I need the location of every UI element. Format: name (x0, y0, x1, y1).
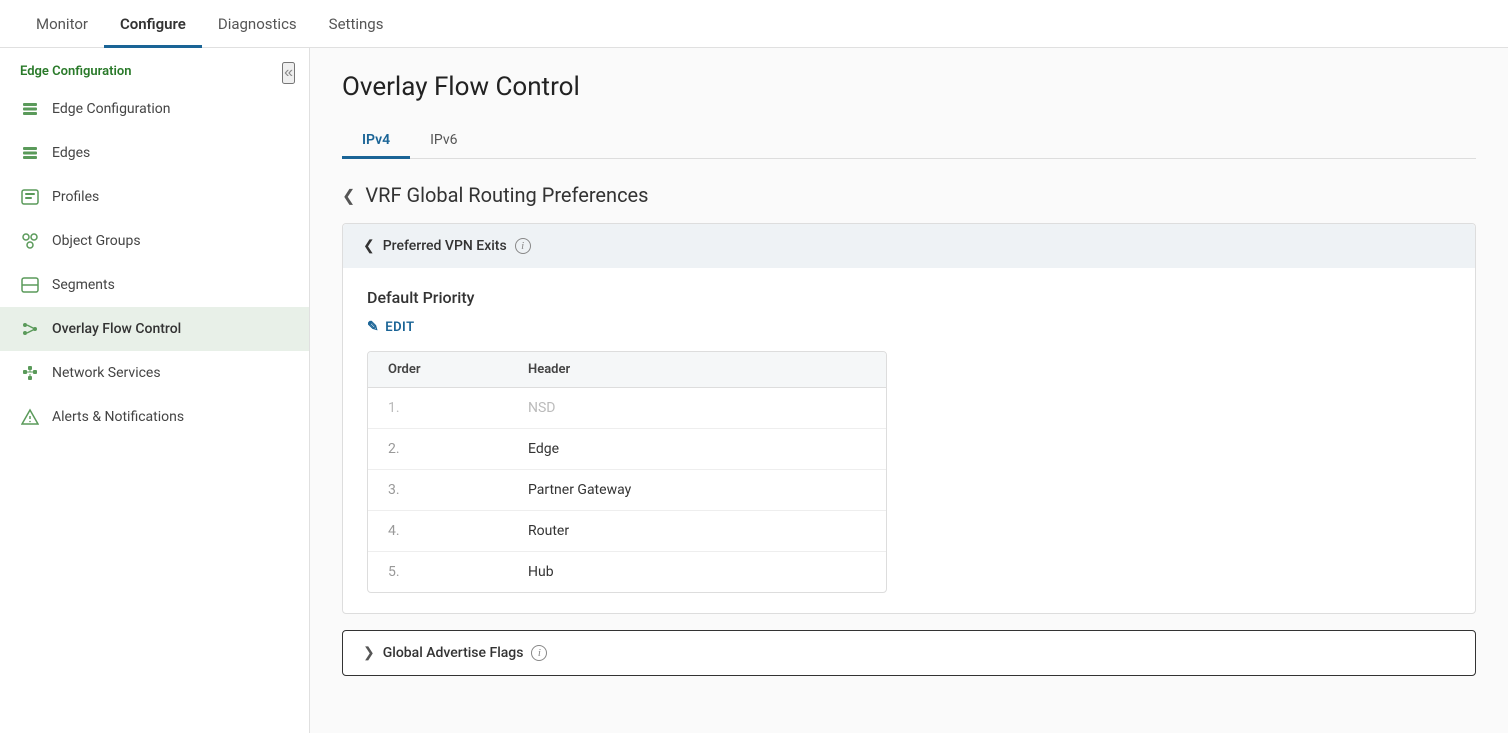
edit-pencil-icon: ✎ (367, 319, 379, 335)
order-cell: 2. (368, 429, 508, 470)
object-groups-icon (20, 231, 40, 251)
sidebar-item-edges[interactable]: Edges (0, 131, 309, 175)
edit-label: EDIT (385, 320, 414, 335)
overlay-flow-control-icon (20, 319, 40, 339)
chevron-down-icon[interactable]: ❮ (342, 186, 355, 205)
tab-ipv4[interactable]: IPv4 (342, 122, 410, 158)
sidebar-item-label: Edges (52, 145, 90, 161)
tabs-bar: IPv4 IPv6 (342, 122, 1476, 159)
header-cell: Router (508, 511, 886, 552)
sidebar-section-title: Edge Configuration (0, 48, 309, 87)
accordion-chevron-icon: ❮ (363, 238, 375, 254)
profiles-icon (20, 187, 40, 207)
preferred-vpn-exits-header[interactable]: ❮ Preferred VPN Exits i (343, 224, 1475, 268)
top-navigation: Monitor Configure Diagnostics Settings (0, 0, 1508, 48)
edges-icon (20, 143, 40, 163)
preferred-vpn-exits-label: Preferred VPN Exits (383, 238, 507, 254)
sidebar-item-label: Network Services (52, 365, 161, 381)
sidebar-item-label: Segments (52, 277, 115, 293)
global-advertise-flags-header[interactable]: ❯ Global Advertise Flags i (343, 631, 1475, 675)
column-order: Order (368, 352, 508, 388)
global-advertise-flags-panel: ❯ Global Advertise Flags i (342, 630, 1476, 676)
sidebar-item-edge-configuration[interactable]: Edge Configuration (0, 87, 309, 131)
segments-icon (20, 275, 40, 295)
table-row: 2.Edge (368, 429, 886, 470)
edge-configuration-icon (20, 99, 40, 119)
info-icon[interactable]: i (515, 238, 531, 254)
sidebar-item-alerts-notifications[interactable]: Alerts & Notifications (0, 395, 309, 439)
sidebar-item-overlay-flow-control[interactable]: Overlay Flow Control (0, 307, 309, 351)
sidebar-item-network-services[interactable]: Network Services (0, 351, 309, 395)
sidebar-item-label: Profiles (52, 189, 99, 205)
network-services-icon (20, 363, 40, 383)
sidebar-item-label: Alerts & Notifications (52, 409, 184, 425)
header-cell: Partner Gateway (508, 470, 886, 511)
order-cell: 4. (368, 511, 508, 552)
sidebar-item-object-groups[interactable]: Object Groups (0, 219, 309, 263)
main-layout: « Edge Configuration Edge Configuration (0, 48, 1508, 733)
vrf-section-title: VRF Global Routing Preferences (365, 183, 648, 207)
sidebar-item-label: Overlay Flow Control (52, 321, 181, 337)
sidebar-collapse-button[interactable]: « (282, 62, 295, 84)
sidebar: « Edge Configuration Edge Configuration (0, 48, 310, 733)
alerts-notifications-icon (20, 407, 40, 427)
default-priority-title: Default Priority (367, 288, 1451, 307)
header-cell: Edge (508, 429, 886, 470)
info-icon-flags[interactable]: i (531, 645, 547, 661)
page-title: Overlay Flow Control (342, 72, 1476, 102)
priority-table: Order Header 1.NSD2.Edge3.Partner Gatewa… (367, 351, 887, 593)
chevron-right-icon: ❯ (363, 645, 375, 661)
table-row: 5.Hub (368, 552, 886, 593)
global-advertise-flags-label: Global Advertise Flags (383, 645, 524, 661)
tab-configure[interactable]: Configure (104, 1, 202, 47)
header-cell: NSD (508, 388, 886, 429)
tab-diagnostics[interactable]: Diagnostics (202, 1, 313, 47)
table-row: 4.Router (368, 511, 886, 552)
order-cell: 3. (368, 470, 508, 511)
vrf-section-header: ❮ VRF Global Routing Preferences (342, 183, 1476, 207)
sidebar-item-label: Edge Configuration (52, 101, 170, 117)
preferred-vpn-exits-body: Default Priority ✎ EDIT Order Header (343, 268, 1475, 613)
sidebar-item-segments[interactable]: Segments (0, 263, 309, 307)
tab-ipv6[interactable]: IPv6 (410, 122, 477, 158)
order-cell: 1. (368, 388, 508, 429)
main-content: Overlay Flow Control IPv4 IPv6 ❮ VRF Glo… (310, 48, 1508, 733)
sidebar-item-profiles[interactable]: Profiles (0, 175, 309, 219)
sidebar-item-label: Object Groups (52, 233, 141, 249)
order-cell: 5. (368, 552, 508, 593)
column-header: Header (508, 352, 886, 388)
edit-button[interactable]: ✎ EDIT (367, 319, 415, 335)
table-row: 3.Partner Gateway (368, 470, 886, 511)
tab-settings[interactable]: Settings (313, 1, 400, 47)
tab-monitor[interactable]: Monitor (20, 1, 104, 47)
header-cell: Hub (508, 552, 886, 593)
preferred-vpn-exits-panel: ❮ Preferred VPN Exits i Default Priority… (342, 223, 1476, 614)
table-row: 1.NSD (368, 388, 886, 429)
